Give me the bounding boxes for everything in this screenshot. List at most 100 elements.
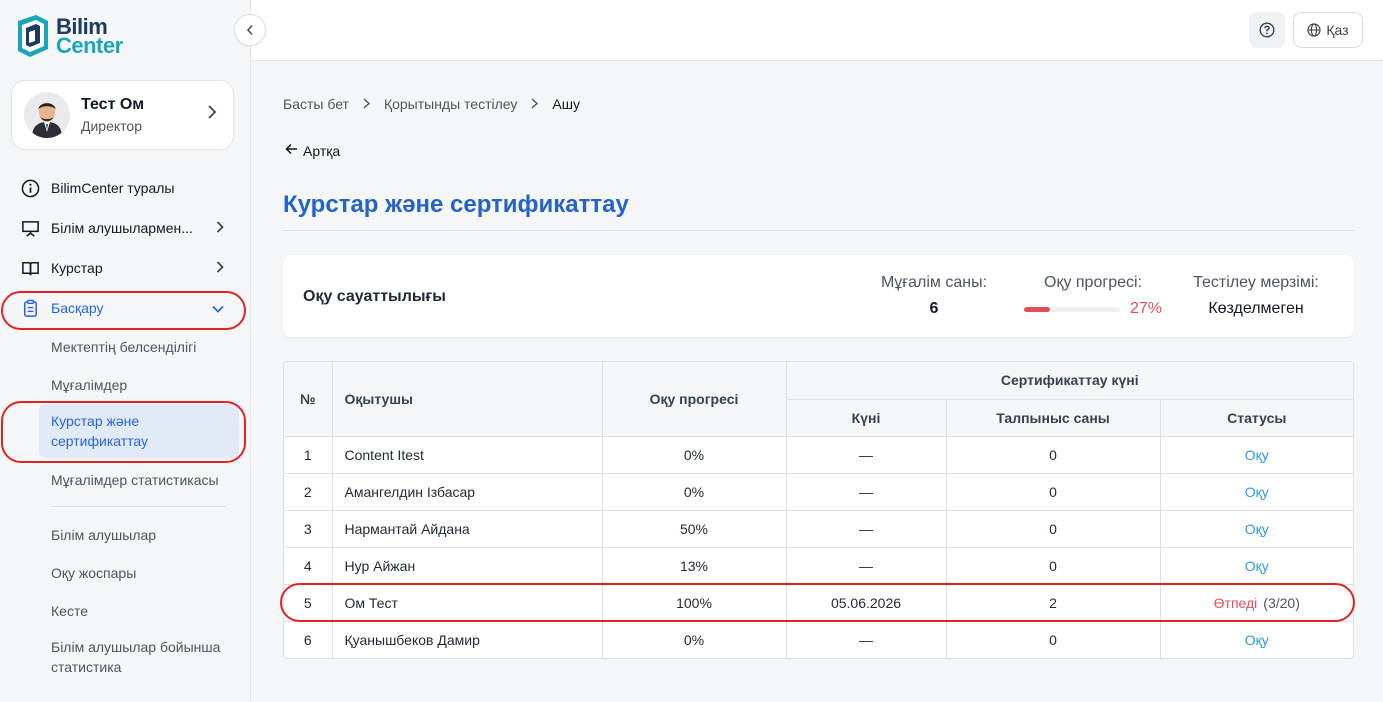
chevron-right-icon xyxy=(216,220,224,236)
title-divider xyxy=(283,230,1354,231)
cell-status: Оқу xyxy=(1159,509,1353,548)
nav-label-about: BilimCenter туралы xyxy=(51,180,175,196)
main-content: Басты бет Қорытынды тестілеу Ашу Артқа К… xyxy=(251,61,1383,702)
cell-teacher-name: Ом Тест xyxy=(331,583,603,622)
help-icon xyxy=(1259,22,1275,38)
nav-item-manage[interactable]: Басқару xyxy=(0,288,250,328)
breadcrumb-final-test[interactable]: Қорытынды тестілеу xyxy=(384,96,517,112)
sidebar-collapse-button[interactable] xyxy=(234,14,266,46)
header-status: Статусы xyxy=(1159,398,1353,437)
cell-progress: 0% xyxy=(601,472,787,511)
user-card[interactable]: Тест Ом Директор xyxy=(11,80,234,150)
cell-num: 2 xyxy=(284,472,333,511)
globe-icon xyxy=(1307,23,1321,37)
cell-num: 3 xyxy=(284,509,333,548)
breadcrumb: Басты бет Қорытынды тестілеу Ашу xyxy=(283,96,580,112)
cell-num: 6 xyxy=(284,620,333,658)
status-link[interactable]: Оқу xyxy=(1245,558,1269,574)
breadcrumb-current: Ашу xyxy=(552,96,580,112)
summary-card: Оқу сауаттылығы Мұғалім саны: 6 Оқу прог… xyxy=(283,255,1354,337)
nav-label-learners: Білім алушылармен... xyxy=(51,220,193,236)
cell-num: 4 xyxy=(284,546,333,585)
cell-date: — xyxy=(785,435,947,474)
stat-progress: Оқу прогресі: 27% xyxy=(1023,274,1163,318)
logo-text-line2: Center xyxy=(56,33,123,58)
nav-label-courses: Курстар xyxy=(51,260,103,276)
user-name: Тест Ом xyxy=(81,96,145,113)
sub-item-school-activity[interactable]: Мектептің белсенділігі xyxy=(0,328,250,366)
progress-bar xyxy=(1023,306,1120,312)
nav-item-courses[interactable]: Курстар xyxy=(0,248,250,288)
cell-teacher-name: Нур Айжан xyxy=(331,546,603,585)
status-link[interactable]: Оқу xyxy=(1245,447,1269,463)
cell-progress: 50% xyxy=(601,509,787,548)
header-attempts: Талпыныс саны xyxy=(945,398,1161,437)
table-row: 1 Content Itest 0% —0 Оқу xyxy=(284,435,1353,474)
cell-date: — xyxy=(785,472,947,511)
progress-bar-fill xyxy=(1023,306,1050,312)
status-count: (3/20) xyxy=(1263,594,1300,611)
status-link[interactable]: Өтпеді xyxy=(1214,595,1258,611)
cell-attempts: 0 xyxy=(945,546,1161,585)
info-icon xyxy=(20,178,40,198)
stat-progress-label: Оқу прогресі: xyxy=(1044,274,1142,291)
chevron-right-icon xyxy=(207,105,217,124)
help-button[interactable] xyxy=(1249,12,1285,48)
sub-item-schedule[interactable]: Кесте xyxy=(0,592,250,630)
header-progress: Оқу прогресі xyxy=(601,362,787,437)
back-label: Артқа xyxy=(303,142,341,159)
table-row: 4 Нур Айжан 13% —0 Оқу xyxy=(284,546,1353,585)
cell-progress: 13% xyxy=(601,546,787,585)
sub-divider xyxy=(51,506,226,507)
sub-item-teacher-stats[interactable]: Мұғалімдер статистикасы xyxy=(0,463,250,497)
chevron-right-icon xyxy=(216,260,224,276)
sub-item-learners[interactable]: Білім алушылар xyxy=(0,516,250,554)
cell-attempts: 0 xyxy=(945,435,1161,474)
stat-progress-value: 27% xyxy=(1129,300,1163,317)
cell-attempts: 0 xyxy=(945,509,1161,548)
sub-item-teachers[interactable]: Мұғалімдер xyxy=(0,366,250,404)
cell-date: 05.06.2026 xyxy=(785,583,947,622)
stat-deadline-label: Тестілеу мерзімі: xyxy=(1193,274,1319,291)
nav-label-manage: Басқару xyxy=(51,300,104,316)
cell-num: 5 xyxy=(284,583,333,622)
sub-item-learner-stats[interactable]: Білім алушылар бойынша статистика xyxy=(0,630,250,684)
cell-status: Оқу xyxy=(1159,546,1353,585)
user-role: Директор xyxy=(81,118,142,134)
table-row: 3 Нармантай Айдана 50% —0 Оқу xyxy=(284,509,1353,548)
topbar: Қаз xyxy=(251,0,1383,61)
back-link[interactable]: Артқа xyxy=(285,142,340,159)
stat-deadline-value: Көзделмеген xyxy=(1208,300,1304,317)
status-link[interactable]: Оқу xyxy=(1245,484,1269,500)
cell-status: Оқу xyxy=(1159,620,1353,658)
cell-attempts: 2 xyxy=(945,583,1161,622)
status-link[interactable]: Оқу xyxy=(1245,521,1269,537)
stat-teachers-value: 6 xyxy=(929,300,939,317)
cell-status: Оқу xyxy=(1159,435,1353,474)
header-num: № xyxy=(284,362,333,437)
cell-date: — xyxy=(785,509,947,548)
summary-title: Оқу сауаттылығы xyxy=(303,288,446,305)
book-icon xyxy=(20,258,40,278)
chevron-left-icon xyxy=(246,24,253,36)
language-button[interactable]: Қаз xyxy=(1293,12,1363,48)
teachers-table: № Оқытушы Оқу прогресі Сертификаттау күн… xyxy=(283,361,1354,659)
cell-teacher-name: Нармантай Айдана xyxy=(331,509,603,548)
nav-item-learners[interactable]: Білім алушылармен... xyxy=(0,208,250,248)
sidebar: Bilim Center Тест Ом Директор BilimCente… xyxy=(0,0,251,702)
cell-teacher-name: Амангелдин Ізбасар xyxy=(331,472,603,511)
language-label: Қаз xyxy=(1326,22,1349,38)
sub-item-courses-cert[interactable]: Курстар және сертификаттау xyxy=(39,404,239,458)
chevron-right-icon xyxy=(363,97,370,112)
nav-item-about[interactable]: BilimCenter туралы xyxy=(0,168,250,208)
header-teacher: Оқытушы xyxy=(331,362,603,437)
sub-item-study-plan[interactable]: Оқу жоспары xyxy=(0,554,250,592)
cell-date: — xyxy=(785,546,947,585)
arrow-left-icon xyxy=(285,142,298,159)
breadcrumb-home[interactable]: Басты бет xyxy=(283,96,349,112)
stat-teachers: Мұғалім саны: 6 xyxy=(875,274,993,318)
status-link[interactable]: Оқу xyxy=(1245,632,1269,648)
logo[interactable]: Bilim Center xyxy=(14,13,123,59)
cell-progress: 100% xyxy=(601,583,787,622)
cell-attempts: 0 xyxy=(945,472,1161,511)
